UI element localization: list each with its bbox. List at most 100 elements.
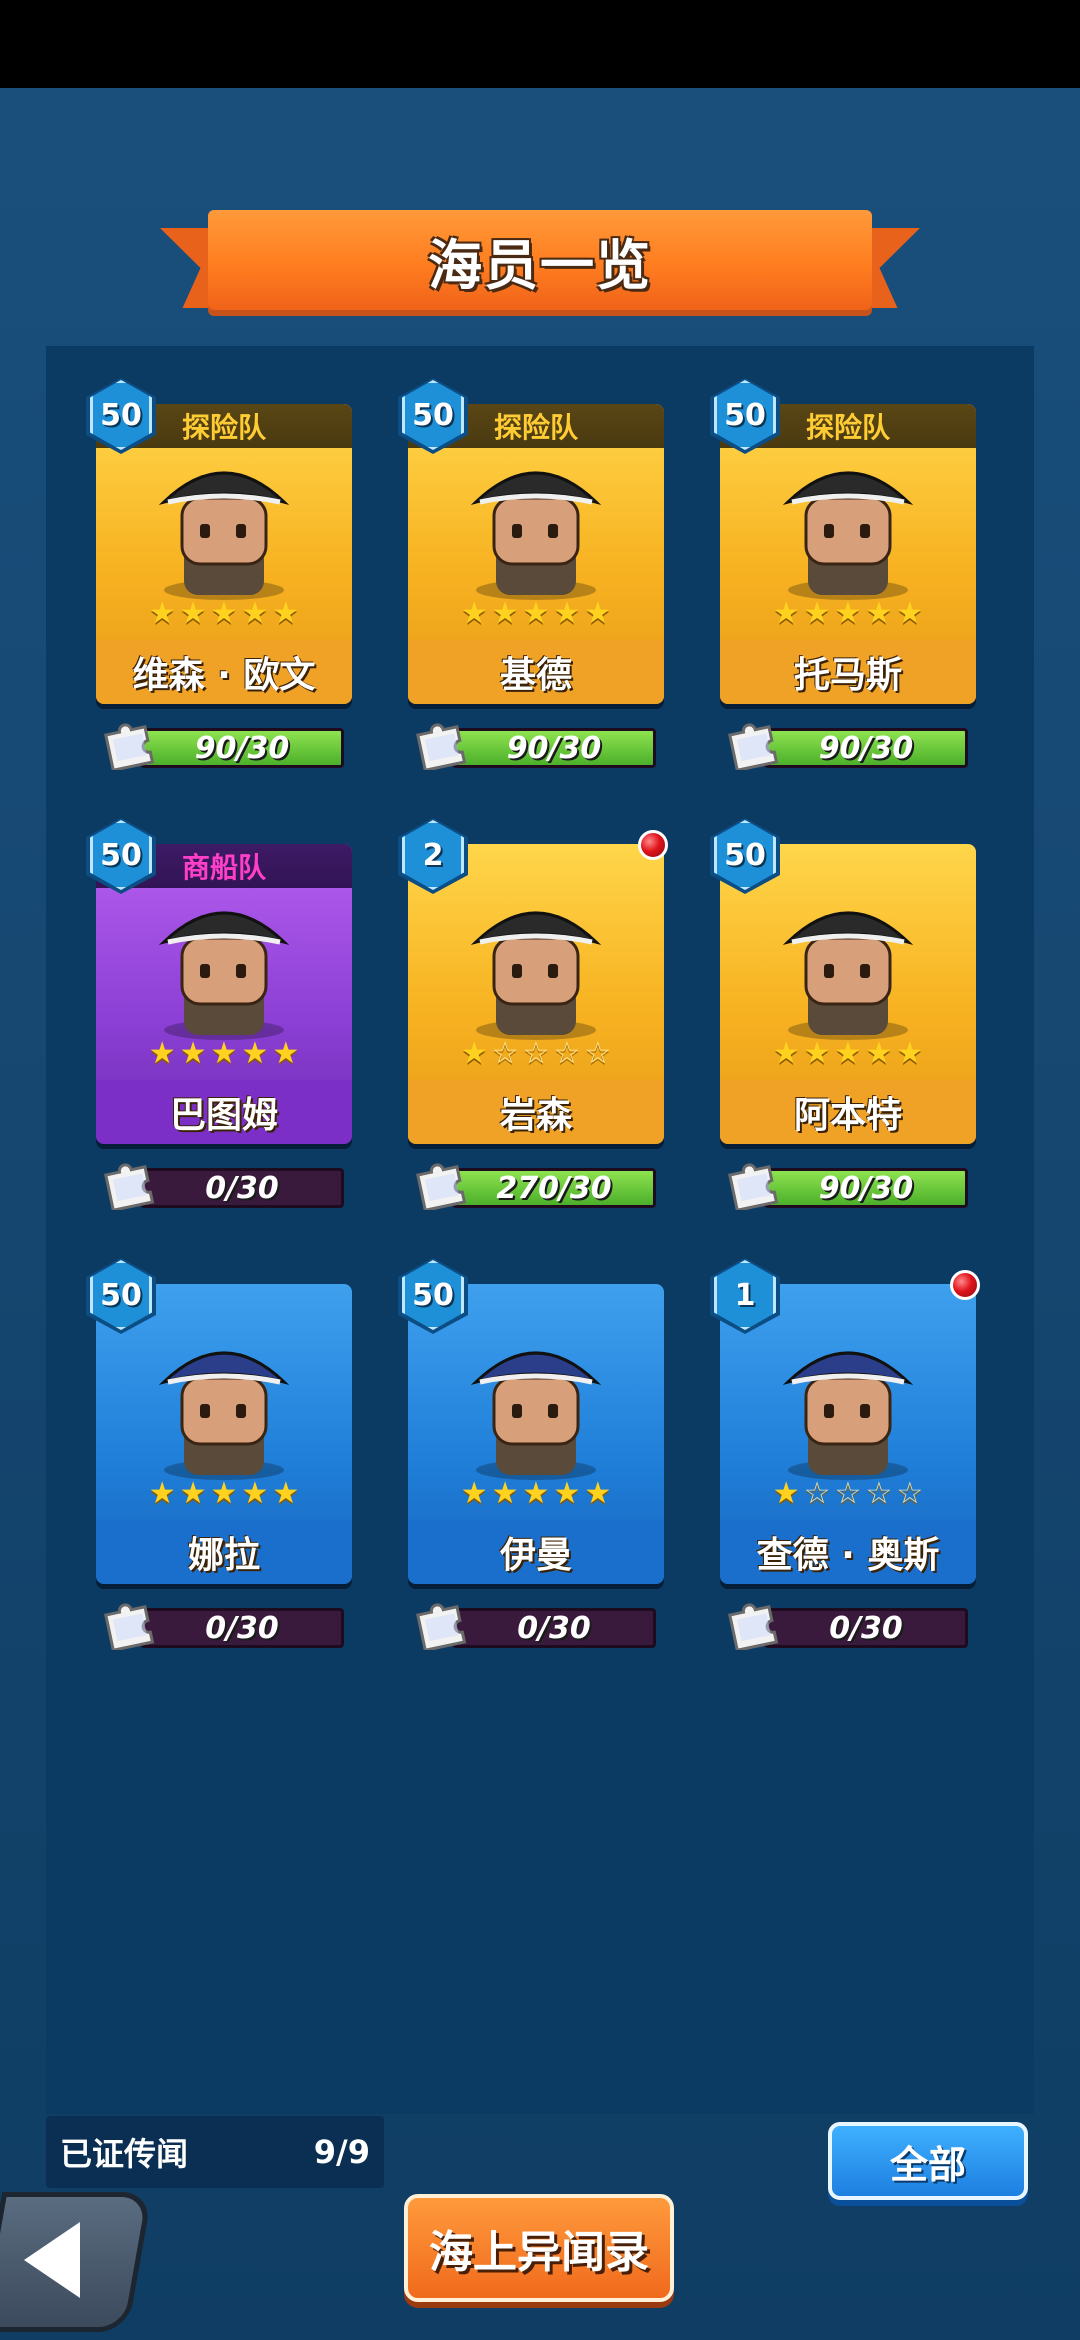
fragment-progress: 90/30	[100, 716, 350, 773]
star-empty-icon: ☆	[522, 1036, 550, 1071]
filter-all-button[interactable]: 全部	[828, 2122, 1028, 2200]
puzzle-piece-icon	[100, 716, 162, 773]
crew-portrait	[758, 450, 938, 600]
crew-card[interactable]: 商船队 ★ ★ ★ ★ ★ 巴图姆 50 0/30	[86, 818, 360, 1230]
puzzle-piece-icon	[100, 1596, 162, 1653]
crew-card-face[interactable]: ★ ★ ★ ★ ★ 伊曼	[408, 1284, 664, 1584]
star-filled-icon: ★	[179, 1036, 207, 1071]
verified-count: 9/9	[313, 2133, 370, 2171]
progress-text: 90/30	[818, 730, 914, 766]
fragment-progress: 90/30	[724, 1156, 974, 1213]
verified-rumors-counter: 已证传闻 9/9	[46, 2116, 384, 2188]
star-filled-icon: ★	[241, 1476, 269, 1511]
star-empty-icon: ☆	[584, 1036, 612, 1071]
progress-text: 90/30	[506, 730, 602, 766]
crew-name: 基德	[408, 640, 664, 704]
star-filled-icon: ★	[772, 1036, 800, 1071]
star-empty-icon: ☆	[865, 1476, 893, 1511]
crew-card-face[interactable]: ★ ★ ★ ★ ★ 娜拉	[96, 1284, 352, 1584]
progress-text: 0/30	[829, 1610, 903, 1646]
star-filled-icon: ★	[553, 1476, 581, 1511]
crew-portrait	[134, 890, 314, 1040]
crew-name: 娜拉	[96, 1520, 352, 1584]
crew-card-face[interactable]: ★ ★ ★ ★ ★ 阿本特	[720, 844, 976, 1144]
crew-portrait	[446, 890, 626, 1040]
star-filled-icon: ★	[834, 596, 862, 631]
fragment-progress: 90/30	[412, 716, 662, 773]
star-rating: ★ ★ ★ ★ ★	[96, 594, 352, 634]
crew-name: 托马斯	[720, 640, 976, 704]
crew-name: 维森 · 欧文	[96, 640, 352, 704]
star-rating: ★ ★ ★ ★ ★	[96, 1034, 352, 1074]
back-arrow-icon	[24, 2222, 80, 2298]
star-filled-icon: ★	[460, 596, 488, 631]
crew-portrait	[446, 1330, 626, 1480]
puzzle-piece-icon	[412, 716, 474, 773]
star-rating: ★ ★ ★ ★ ★	[720, 1034, 976, 1074]
puzzle-piece-icon	[412, 1156, 474, 1213]
progress-text: 0/30	[205, 1170, 279, 1206]
star-empty-icon: ☆	[803, 1476, 831, 1511]
fragment-progress: 0/30	[100, 1156, 350, 1213]
crew-card[interactable]: 探险队 ★ ★ ★ ★ ★ 基德 50 90/30	[398, 378, 672, 790]
star-filled-icon: ★	[522, 596, 550, 631]
star-filled-icon: ★	[584, 1476, 612, 1511]
crew-card[interactable]: ★ ☆ ☆ ☆ ☆ 岩森 2 270/30	[398, 818, 672, 1230]
progress-text: 0/30	[517, 1610, 591, 1646]
star-filled-icon: ★	[148, 596, 176, 631]
star-filled-icon: ★	[865, 596, 893, 631]
verified-label: 已证传闻	[60, 2135, 189, 2173]
star-filled-icon: ★	[210, 1036, 238, 1071]
star-filled-icon: ★	[491, 596, 519, 631]
crew-card[interactable]: ★ ★ ★ ★ ★ 娜拉 50 0/30	[86, 1258, 360, 1670]
status-bar	[0, 0, 1080, 88]
star-rating: ★ ★ ★ ★ ★	[408, 594, 664, 634]
star-filled-icon: ★	[272, 1036, 300, 1071]
crew-card-face[interactable]: 探险队 ★ ★ ★ ★ ★ 基德	[408, 404, 664, 704]
fragment-progress: 0/30	[724, 1596, 974, 1653]
crew-card-face[interactable]: ★ ☆ ☆ ☆ ☆ 查德 · 奥斯	[720, 1284, 976, 1584]
star-rating: ★ ★ ★ ★ ★	[96, 1474, 352, 1514]
crew-card[interactable]: ★ ☆ ☆ ☆ ☆ 查德 · 奥斯 1 0/30	[710, 1258, 984, 1670]
star-empty-icon: ☆	[896, 1476, 924, 1511]
star-filled-icon: ★	[210, 1476, 238, 1511]
star-rating: ★ ★ ★ ★ ★	[720, 594, 976, 634]
star-filled-icon: ★	[896, 1036, 924, 1071]
crew-card[interactable]: ★ ★ ★ ★ ★ 阿本特 50 90/30	[710, 818, 984, 1230]
star-filled-icon: ★	[148, 1476, 176, 1511]
star-filled-icon: ★	[491, 1476, 519, 1511]
fragment-progress: 270/30	[412, 1156, 662, 1213]
star-filled-icon: ★	[241, 596, 269, 631]
star-filled-icon: ★	[460, 1036, 488, 1071]
puzzle-piece-icon	[724, 1156, 786, 1213]
fragment-progress: 90/30	[724, 716, 974, 773]
puzzle-piece-icon	[724, 1596, 786, 1653]
star-filled-icon: ★	[772, 1476, 800, 1511]
puzzle-piece-icon	[412, 1596, 474, 1653]
notification-dot-icon	[950, 1270, 980, 1300]
star-rating: ★ ★ ★ ★ ★	[408, 1474, 664, 1514]
fragment-progress: 0/30	[412, 1596, 662, 1653]
crew-card-face[interactable]: 商船队 ★ ★ ★ ★ ★ 巴图姆	[96, 844, 352, 1144]
crew-portrait	[134, 1330, 314, 1480]
star-filled-icon: ★	[210, 596, 238, 631]
star-filled-icon: ★	[179, 596, 207, 631]
crew-name: 查德 · 奥斯	[720, 1520, 976, 1584]
star-filled-icon: ★	[896, 596, 924, 631]
star-empty-icon: ☆	[491, 1036, 519, 1071]
sea-journal-button[interactable]: 海上异闻录	[404, 2194, 674, 2302]
crew-card-face[interactable]: 探险队 ★ ★ ★ ★ ★ 托马斯	[720, 404, 976, 704]
title-banner: 海员一览	[160, 206, 920, 322]
crew-name: 巴图姆	[96, 1080, 352, 1144]
progress-text: 0/30	[205, 1610, 279, 1646]
star-filled-icon: ★	[272, 596, 300, 631]
star-filled-icon: ★	[241, 1036, 269, 1071]
banner-plate: 海员一览	[208, 210, 872, 310]
crew-card-face[interactable]: 探险队 ★ ★ ★ ★ ★ 维森 · 欧文	[96, 404, 352, 704]
crew-card[interactable]: 探险队 ★ ★ ★ ★ ★ 托马斯 50 90/30	[710, 378, 984, 790]
crew-card-face[interactable]: ★ ☆ ☆ ☆ ☆ 岩森	[408, 844, 664, 1144]
crew-card[interactable]: ★ ★ ★ ★ ★ 伊曼 50 0/30	[398, 1258, 672, 1670]
crew-card[interactable]: 探险队 ★ ★ ★ ★ ★ 维森 · 欧文 50 90/30	[86, 378, 360, 790]
crew-name: 岩森	[408, 1080, 664, 1144]
notification-dot-icon	[638, 830, 668, 860]
